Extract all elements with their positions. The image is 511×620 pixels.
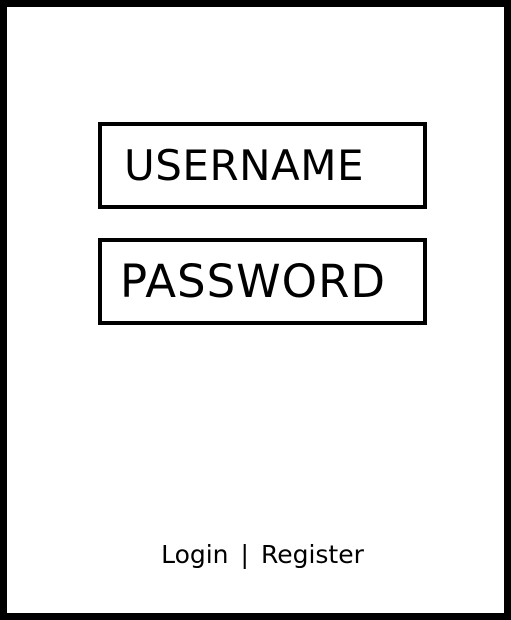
password-field[interactable]: PASSWORD — [98, 238, 427, 325]
link-separator: | — [240, 540, 249, 569]
username-field[interactable]: USERNAME — [98, 122, 427, 209]
register-link[interactable]: Register — [261, 540, 364, 570]
username-label: USERNAME — [124, 140, 365, 190]
password-label: PASSWORD — [120, 255, 387, 308]
login-screen-frame: USERNAME PASSWORD Login | Register — [0, 0, 511, 620]
auth-links: Login | Register — [7, 540, 511, 570]
login-link[interactable]: Login — [161, 540, 228, 570]
